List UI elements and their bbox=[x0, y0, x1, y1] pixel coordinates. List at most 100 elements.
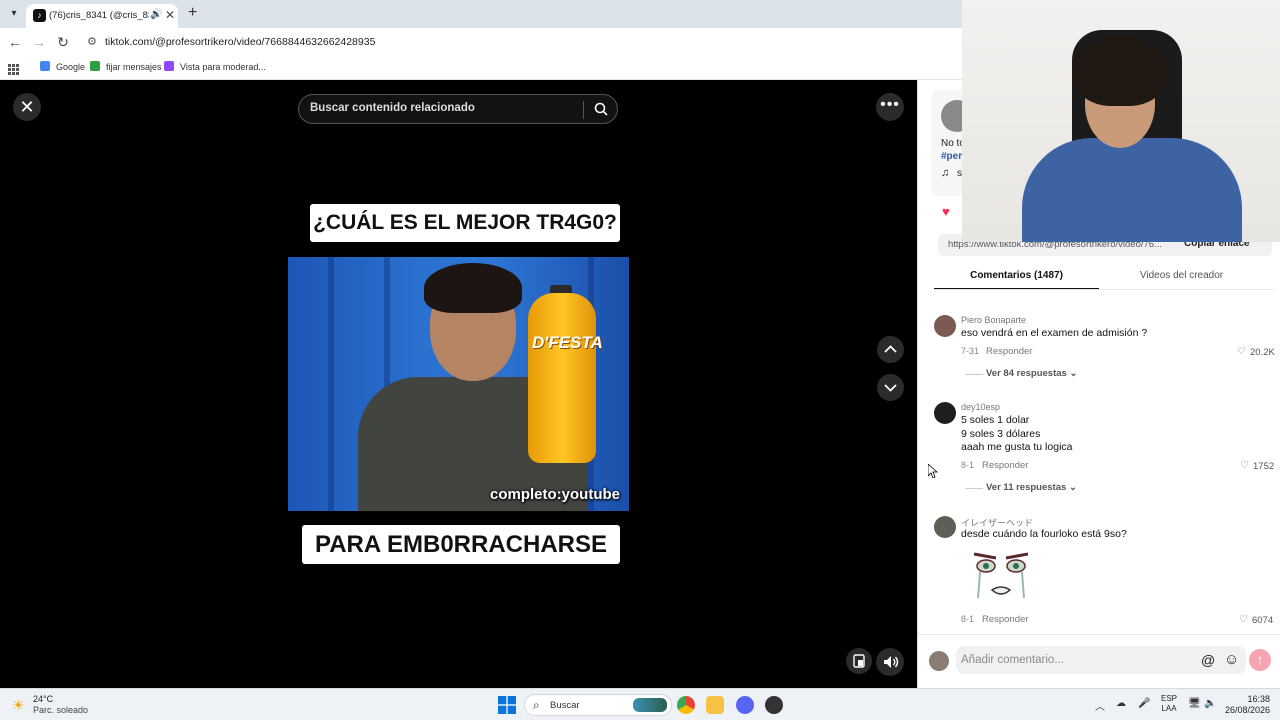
browser-tab-strip: ▾ ♪ (76)cris_8341 (@cris_8341) | 🔊 ✕ + bbox=[0, 0, 962, 28]
soda-bottle bbox=[528, 293, 596, 463]
language-code: ESP bbox=[1161, 694, 1178, 703]
taskbar-search[interactable]: ⌕ Buscar bbox=[524, 694, 672, 716]
comment-text: eso vendrá en el examen de admisión ? bbox=[961, 327, 1148, 339]
avatar[interactable] bbox=[929, 651, 949, 671]
like-heart-outline-icon[interactable]: ♡ bbox=[1237, 346, 1246, 357]
next-video-chevron-down-icon[interactable] bbox=[877, 374, 904, 401]
search-placeholder: Buscar contenido relacionado bbox=[310, 102, 475, 114]
tab-comments[interactable]: Comentarios (1487) bbox=[934, 264, 1099, 290]
tab-creator-videos[interactable]: Videos del creador bbox=[1099, 264, 1264, 290]
video-frame[interactable]: D'FESTA completo:youtube bbox=[288, 257, 629, 511]
reply-button[interactable]: Responder bbox=[982, 460, 1028, 471]
comment-username[interactable]: dey10esp bbox=[961, 402, 1000, 412]
bookmark-google[interactable]: Google bbox=[40, 60, 85, 74]
obs-icon[interactable] bbox=[765, 696, 783, 714]
related-search-box[interactable]: Buscar contenido relacionado bbox=[298, 94, 618, 124]
comment-username[interactable]: Piero Bonaparte bbox=[961, 315, 1026, 325]
tiktok-favicon-icon: ♪ bbox=[33, 9, 46, 22]
weather-temperature[interactable]: 24°C bbox=[33, 694, 53, 704]
comment-date: 8-1 bbox=[961, 614, 975, 624]
address-bar[interactable]: ⚙ tiktok.com/@profesortrikero/video/7668… bbox=[80, 31, 960, 53]
send-arrow-icon[interactable]: ↑ bbox=[1249, 649, 1271, 671]
apps-grid-icon[interactable] bbox=[8, 62, 19, 75]
streamer-hair bbox=[1074, 36, 1166, 106]
bookmark-twitch[interactable]: Vista para moderad... bbox=[164, 60, 266, 74]
comment-input[interactable]: Añadir comentario... @ ☺ bbox=[956, 646, 1246, 674]
reply-button[interactable]: Responder bbox=[986, 346, 1032, 357]
view-replies-button[interactable]: Ver 11 respuestas ⌄ bbox=[986, 482, 1077, 493]
tab-search-dropdown-icon[interactable]: ▾ bbox=[6, 6, 22, 22]
tab-close-icon[interactable]: ✕ bbox=[165, 8, 175, 22]
video-watermark: completo:youtube bbox=[490, 486, 620, 503]
like-heart-outline-icon[interactable]: ♡ bbox=[1240, 460, 1249, 471]
comment-placeholder: Añadir comentario... bbox=[961, 654, 1064, 666]
comment-like-count: 1752 bbox=[1253, 461, 1275, 472]
search-highlight-image bbox=[633, 698, 667, 712]
tabs-divider bbox=[934, 289, 1274, 290]
streamer-shirt bbox=[1022, 138, 1242, 242]
webcam-overlay bbox=[962, 0, 1280, 242]
bookmark-fijar-mensajes[interactable]: fijar mensajes bbox=[90, 60, 162, 74]
video-caption-top: ¿CUÁL ES EL MEJOR TR4G0? bbox=[310, 204, 620, 242]
tab-audio-icon[interactable]: 🔊 bbox=[150, 9, 162, 20]
clock-time[interactable]: 16:38 bbox=[1240, 694, 1270, 704]
network-icon[interactable]: 🖥 bbox=[1188, 698, 1201, 709]
video-viewer: ✕ Buscar contenido relacionado ••• ¿CUÁL… bbox=[0, 80, 917, 688]
mention-at-icon[interactable]: @ bbox=[1201, 652, 1215, 668]
weather-description: Parc. soleado bbox=[33, 705, 89, 715]
avatar[interactable] bbox=[934, 315, 956, 337]
browser-tab[interactable]: ♪ (76)cris_8341 (@cris_8341) | 🔊 ✕ bbox=[26, 4, 178, 28]
site-info-icon[interactable]: ⚙ bbox=[87, 35, 97, 48]
chat-icon bbox=[90, 61, 100, 71]
comment-date: 7-31 bbox=[961, 346, 980, 356]
twitch-icon bbox=[164, 61, 174, 71]
keyboard-layout: LAA bbox=[1161, 704, 1177, 713]
heart-icon[interactable]: ♥ bbox=[942, 204, 950, 219]
divider bbox=[965, 374, 983, 375]
language-indicator[interactable]: ESP LAA bbox=[1161, 694, 1177, 714]
discord-icon[interactable] bbox=[736, 696, 754, 714]
music-note-icon: ♫ bbox=[941, 167, 950, 179]
search-icon[interactable] bbox=[593, 101, 609, 117]
forward-arrow-icon[interactable]: → bbox=[31, 34, 47, 50]
person-hair bbox=[424, 263, 522, 313]
search-icon: ⌕ bbox=[533, 698, 540, 712]
emoji-icon[interactable]: ☺ bbox=[1224, 651, 1239, 668]
clock-date[interactable]: 26/08/2026 bbox=[1223, 705, 1270, 715]
previous-video-chevron-up-icon[interactable] bbox=[877, 336, 904, 363]
more-options-icon[interactable]: ••• bbox=[876, 93, 904, 121]
picture-in-picture-icon[interactable] bbox=[846, 648, 872, 674]
windows-start-icon[interactable] bbox=[498, 696, 516, 714]
file-explorer-icon[interactable] bbox=[706, 696, 724, 714]
tab-title: (76)cris_8341 (@cris_8341) | bbox=[49, 10, 149, 21]
browser-toolbar: ← → ↻ ⚙ tiktok.com/@profesortrikero/vide… bbox=[0, 28, 962, 56]
tray-chevron-up-icon[interactable]: ︿ bbox=[1095, 698, 1105, 713]
close-icon[interactable]: ✕ bbox=[13, 93, 41, 121]
hashtag-link[interactable]: #per bbox=[941, 151, 962, 162]
comment-text: 5 soles 1 dolar 9 soles 3 dólares aaah m… bbox=[961, 414, 1073, 453]
view-replies-button[interactable]: Ver 84 respuestas ⌄ bbox=[986, 368, 1077, 379]
new-tab-plus-icon[interactable]: + bbox=[188, 5, 197, 21]
chrome-icon[interactable] bbox=[677, 696, 695, 714]
comment-text: desde cuándo la fourloko está 9so? bbox=[961, 528, 1127, 540]
search-divider bbox=[583, 101, 584, 119]
weather-sun-icon[interactable]: ☀ bbox=[12, 697, 25, 714]
avatar[interactable] bbox=[934, 402, 956, 424]
chevron-down-icon: ⌄ bbox=[1069, 368, 1078, 379]
reload-icon[interactable]: ↻ bbox=[55, 34, 71, 50]
microphone-icon[interactable]: 🎤 bbox=[1138, 698, 1150, 709]
volume-icon[interactable] bbox=[876, 648, 904, 676]
bookmarks-bar: Google fijar mensajes Vista para moderad… bbox=[0, 56, 962, 80]
comment-date: 8-1 bbox=[961, 460, 975, 470]
cloud-icon[interactable]: ☁ bbox=[1116, 698, 1126, 709]
avatar[interactable] bbox=[934, 516, 956, 538]
video-caption-bottom: PARA EMB0RRACHARSE bbox=[302, 525, 620, 564]
comment-item: dey10esp 5 soles 1 dolar 9 soles 3 dólar… bbox=[934, 402, 1274, 502]
divider bbox=[965, 488, 983, 489]
like-heart-outline-icon[interactable]: ♡ bbox=[1239, 614, 1248, 625]
view-replies-label: Ver 84 respuestas bbox=[986, 368, 1067, 379]
back-arrow-icon[interactable]: ← bbox=[7, 34, 23, 50]
windows-taskbar: ☀ 24°C Parc. soleado ⌕ Buscar ︿ ☁ 🎤 ESP L… bbox=[0, 688, 1280, 720]
reply-button[interactable]: Responder bbox=[982, 614, 1028, 625]
speaker-icon[interactable]: 🔈 bbox=[1204, 698, 1216, 709]
